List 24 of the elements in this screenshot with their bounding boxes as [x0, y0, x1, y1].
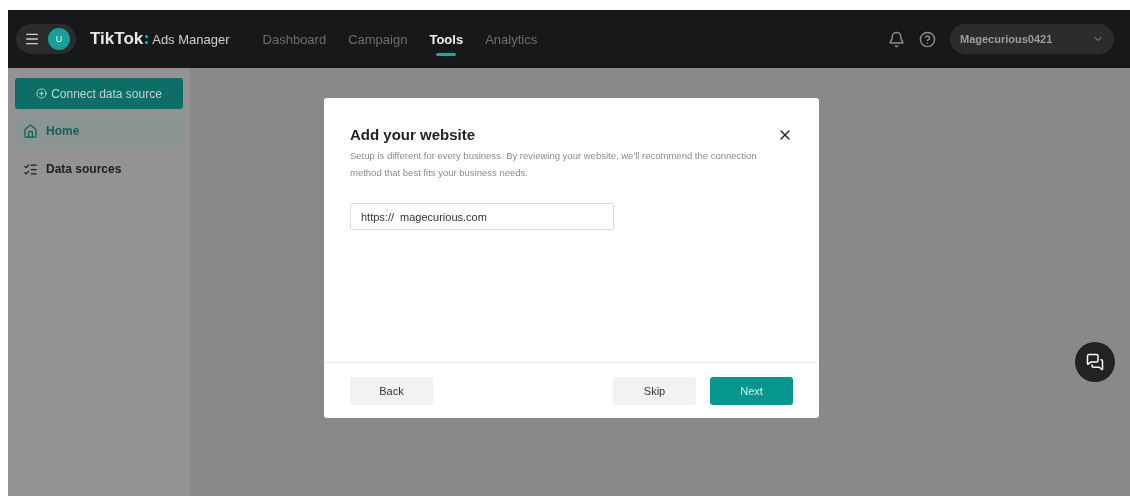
sidebar-item[interactable]: Data sources: [15, 153, 183, 185]
modal-description: Setup is different for every business. By reviewing your website, we'll recommend the connection method that best fits your business needs.: [350, 149, 758, 180]
url-prefix: https://: [361, 210, 395, 223]
brand-name: TikTok: [90, 29, 144, 49]
nav-tab[interactable]: Tools: [418, 10, 475, 68]
menu-icon[interactable]: [24, 31, 40, 47]
connect-data-source-button[interactable]: Connect data source: [15, 78, 183, 109]
help-icon[interactable]: [919, 30, 936, 48]
product-name: Ads Manager: [152, 31, 230, 47]
nav-tab[interactable]: Campaign: [337, 10, 419, 68]
secondary-button[interactable]: Back: [350, 376, 433, 405]
plus-circle-icon: [36, 88, 48, 99]
list-icon: [23, 161, 38, 177]
bell-icon[interactable]: [888, 30, 905, 48]
nav-tab[interactable]: Analytics: [474, 10, 549, 68]
home-icon: [23, 123, 38, 139]
modal-title: Add your website: [350, 126, 476, 143]
next-button[interactable]: Next: [710, 376, 793, 405]
secondary-button[interactable]: Skip: [613, 376, 696, 405]
website-url-field[interactable]: https:// magecurious.com: [350, 203, 614, 230]
nav-tab[interactable]: Dashboard: [251, 10, 338, 68]
account-dropdown[interactable]: Magecurious0421: [950, 24, 1114, 54]
chat-icon: [1086, 353, 1104, 371]
user-avatar[interactable]: U: [48, 28, 70, 50]
